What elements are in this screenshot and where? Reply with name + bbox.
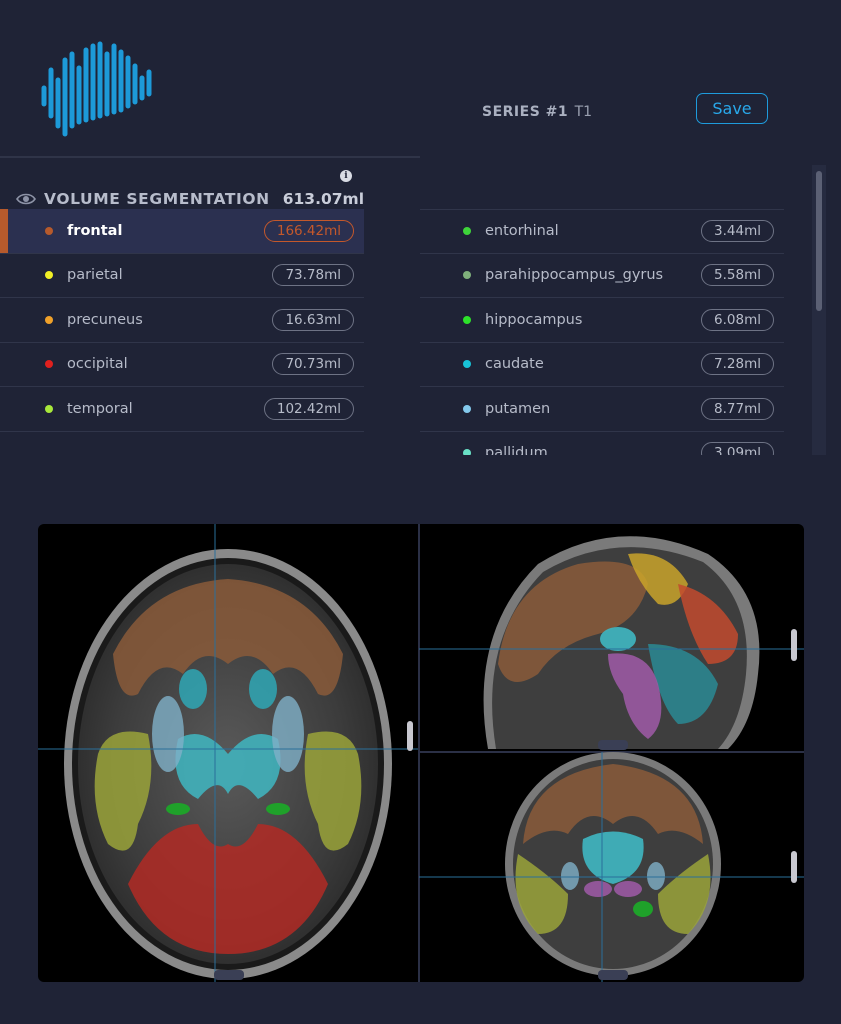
color-dot — [45, 404, 53, 413]
volume-badge: 73.78ml — [272, 264, 354, 287]
sagittal-view[interactable] — [419, 536, 804, 750]
volume-badge: 16.63ml — [272, 308, 354, 331]
volume-badge: 166.42ml — [263, 219, 354, 242]
list-item-precuneus[interactable]: precuneus 16.63ml — [0, 298, 364, 343]
list-item-hippocampus[interactable]: hippocampus 6.08ml — [420, 298, 784, 343]
color-dot — [463, 271, 471, 280]
list-item-caudate[interactable]: caudate 7.28ml — [420, 343, 784, 387]
color-dot — [463, 404, 471, 413]
volume-badge: 7.28ml — [701, 353, 774, 376]
waveform-logo — [41, 41, 152, 137]
color-dot — [45, 226, 53, 235]
volume-badge: 5.58ml — [701, 264, 774, 287]
list-item-frontal[interactable]: frontal 166.42ml — [0, 209, 364, 254]
color-dot — [463, 360, 471, 369]
segmentation-title: VOLUME SEGMENTATION — [44, 190, 270, 208]
list-scrollbar[interactable] — [812, 165, 826, 455]
list-item-parahippocampus-gyrus[interactable]: parahippocampus_gyrus 5.58ml — [420, 254, 784, 298]
volume-badge: 6.08ml — [701, 308, 774, 331]
color-dot — [463, 227, 471, 236]
region-list-right: entorhinal 3.44ml parahippocampus_gyrus … — [420, 209, 784, 455]
segmentation-total: 613.07ml — [282, 190, 365, 208]
volume-badge: 8.77ml — [701, 397, 774, 420]
volume-badge: 3.09ml — [701, 442, 774, 455]
series-modality: T1 — [574, 104, 593, 120]
axial-view[interactable] — [38, 524, 419, 982]
list-item-temporal[interactable]: temporal 102.42ml — [0, 387, 364, 432]
info-icon[interactable]: i — [340, 170, 352, 182]
series-number: SERIES #1 — [482, 104, 569, 120]
region-list-left: frontal 166.42ml parietal 73.78ml precun… — [0, 209, 364, 432]
list-item-entorhinal[interactable]: entorhinal 3.44ml — [420, 209, 784, 254]
color-dot — [463, 449, 471, 455]
scrollbar-thumb[interactable] — [816, 171, 822, 311]
list-item-putamen[interactable]: putamen 8.77ml — [420, 387, 784, 432]
list-item-parietal[interactable]: parietal 73.78ml — [0, 254, 364, 298]
list-item-pallidum[interactable]: pallidum 3.09ml — [420, 432, 784, 455]
mri-viewer[interactable] — [38, 524, 804, 982]
save-button[interactable]: Save — [696, 93, 768, 124]
color-dot — [45, 271, 53, 280]
color-dot — [45, 360, 53, 369]
volume-badge: 102.42ml — [263, 397, 354, 420]
divider — [0, 156, 420, 158]
segmentation-header: VOLUME SEGMENTATION 613.07ml — [16, 190, 364, 208]
coronal-view[interactable] — [419, 752, 804, 982]
volume-badge: 3.44ml — [701, 220, 774, 243]
series-label: SERIES #1 T1 — [482, 104, 592, 120]
color-dot — [463, 315, 471, 324]
color-dot — [45, 315, 53, 324]
active-indicator — [0, 209, 8, 253]
eye-icon[interactable] — [16, 192, 36, 206]
volume-badge: 70.73ml — [272, 353, 354, 376]
list-item-occipital[interactable]: occipital 70.73ml — [0, 343, 364, 387]
